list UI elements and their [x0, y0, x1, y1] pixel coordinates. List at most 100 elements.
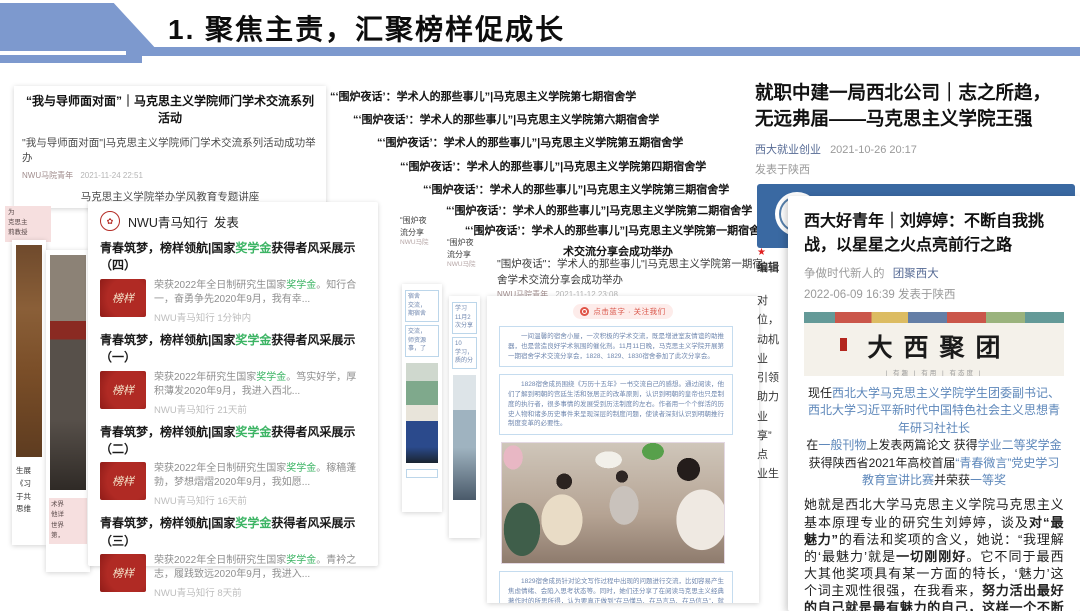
text-fragment: 编辑	[757, 259, 787, 275]
fragment-text: “围炉夜 流分享	[400, 215, 456, 238]
thumbnail-text: 榜样	[112, 290, 134, 306]
screenshot-strip: 宿舍 交流， 期宿舍 交流， 师资源 事，了	[402, 284, 442, 512]
feed-account-name: NWU青马知行	[128, 212, 208, 231]
article-thumbnail: 榜样	[100, 554, 146, 592]
account-logo-icon: ✿	[100, 211, 120, 231]
article-thumbnail: 榜样	[100, 371, 146, 409]
paragraph-fragment: 交流， 师资源 事，了	[405, 325, 439, 357]
follow-text: 点击蓝字 · 关注我们	[593, 306, 665, 317]
article-body: 她就是西北大学马克思主义学院马克思主义基本原理专业的研究生刘婷婷，谈及对“最魅力…	[804, 496, 1064, 611]
account-name: 西大就业创业	[755, 144, 821, 156]
summary-highlight: 奖学金	[286, 555, 316, 566]
article-row: 榜样 荣获2022年全日制研究生国家奖学金。青衿之志，履践致远2020年9月，我…	[100, 554, 366, 599]
article-title: 西大好青年｜刘婷婷：不断自我挑战，以星星之火点亮前行之路	[804, 210, 1046, 258]
text-fragment-column: 对 位， 动机 业 引领 助力 业 享” 点 业生	[757, 292, 787, 485]
banner-decoration	[804, 312, 1064, 323]
follow-pill: 点击蓝字 · 关注我们	[573, 304, 672, 319]
body-bold: 一切刚刚好	[896, 549, 966, 564]
daxijutuаn-banner: 大西聚团 | 有趣 | 有用 | 有态度 |	[804, 312, 1064, 376]
headline-stack-item: “‘围炉夜话’：学术人的那些事儿”|马克思主义学院第五期宿舍学	[377, 134, 683, 150]
honor-highlight: 学业二等奖学金	[978, 438, 1062, 452]
article-summary-block: 荣获2022年全日制研究生国家奖学金。知行合一，奋勇争先2020年9月，我有幸.…	[154, 279, 366, 324]
magnifier-icon	[580, 307, 589, 316]
presentation-slide: 1. 聚焦主责，汇聚榜样促成长 “我与导师面对面”｜马克思主义学院师门学术交流系…	[0, 0, 1080, 611]
classroom-photo	[50, 255, 86, 490]
article-subtitle: "我与导师面对面"|马克思主义学院师门学术交流系列活动成功举办	[22, 135, 318, 165]
paragraph-fragment: 宿舍 交流， 期宿舍	[405, 290, 439, 322]
honor-text: 上发表两篇论文 获得	[866, 438, 977, 452]
article-thumbnail: 榜样	[100, 462, 146, 500]
article-thumbnail: 榜样	[100, 279, 146, 317]
headline-stack-item: “‘围炉夜话’：学术人的那些事儿”|马克思主义学院第七期宿舍学	[330, 88, 636, 104]
paragraph-fragment	[406, 469, 438, 478]
account-name: NWU马院青年	[22, 171, 73, 180]
feed-item: 青春筑梦，榜样领航|国家奖学金获得者风采展示（四） 榜样 荣获2022年全日制研…	[88, 235, 378, 327]
article-title: “我与导师面对面”｜马克思主义学院师门学术交流系列活动	[22, 92, 318, 126]
thumbnail-text: 榜样	[112, 473, 134, 489]
header-accent-bar-left	[0, 55, 142, 63]
honor-line: 在一般刊物上发表两篇论文 获得学业二等奖学金	[804, 437, 1064, 454]
article-subtitle: "围炉夜话"：学术人的那些事儿"|马克思主义学院第一期宿舍学术交流分享会成功举办	[497, 257, 769, 289]
article-row: 榜样 荣获2022年全日制研究生国家奖学金。稼穑蓬勃，梦想熠熠2020年9月，我…	[100, 462, 366, 507]
article-row: 榜样 荣获2022年全日制研究生国家奖学金。知行合一，奋勇争先2020年9月，我…	[100, 279, 366, 324]
article-row: 榜样 荣获2022年研究生国家奖学金。笃实好学，厚积薄发2020年9月，我进入西…	[100, 371, 366, 416]
star-icon: ★	[757, 247, 766, 258]
headline-stack-item: “‘围炉夜话’：学术人的那些事儿”|马克思主义学院第二期宿舍学	[446, 202, 752, 218]
article-meta: NWU青马知行 1分钟内	[154, 310, 366, 324]
honor-text: 在	[806, 438, 818, 452]
summary-highlight: 奖学金	[286, 280, 316, 291]
body-text: 她就是西北大学马克思主义学院马克思主义基本原理专业的研究生刘婷婷，谈及	[804, 497, 1064, 529]
article-title: 青春筑梦，榜样领航|国家奖学金获得者风采展示（二）	[100, 424, 366, 459]
article-summary: 荣获2022年全日制研究生国家奖学金。稼穑蓬勃，梦想熠熠2020年9月，我如愿.…	[154, 462, 366, 490]
honor-highlight: 西北大学马克思主义学院学生团委副书记、西北大学习近平新时代中国特色社会主义思想青…	[808, 386, 1060, 435]
honor-highlight: 一等奖	[970, 473, 1006, 487]
feed-item: 青春筑梦，榜样领航|国家奖学金获得者风采展示（一） 榜样 荣获2022年研究生国…	[88, 327, 378, 419]
screenshot-card-youth: 西大好青年｜刘婷婷：不断自我挑战，以星星之火点亮前行之路 争做时代新人的 团聚西…	[788, 196, 1080, 611]
feed-item: 青春筑梦，榜样领航|国家奖学金获得者风采展示（二） 榜样 荣获2022年全日制研…	[88, 419, 378, 511]
honor-text: 现任	[808, 386, 832, 400]
fragment-text: “围炉夜 流分享	[447, 237, 499, 260]
article-paragraph: 1829宿舍成员针对论文写作过程中出现的问题进行交流，比如容易产生焦虑情绪、会陷…	[499, 571, 733, 603]
headline-stack-item: “‘围炉夜话’：学术人的那些事儿”|马克思主义学院第六期宿舍学	[353, 111, 659, 127]
article-summary-block: 荣获2022年全日制研究生国家奖学金。稼穑蓬勃，梦想熠熠2020年9月，我如愿.…	[154, 462, 366, 507]
meta-label: 争做时代新人的	[804, 268, 885, 280]
article-meta: 争做时代新人的 团聚西大	[804, 265, 1064, 281]
summary-text: 荣获2022年全日制研究生国家	[154, 280, 286, 291]
honor-highlight: 一般刊物	[818, 438, 866, 452]
article-summary: 荣获2022年全日制研究生国家奖学金。知行合一，奋勇争先2020年9月，我有幸.…	[154, 279, 366, 307]
thumbnail-text: 榜样	[112, 382, 134, 398]
red-seal-icon	[840, 338, 847, 351]
article-paragraph: 1828宿舍成员围绕《万历十五年》一书交流自己的感想。通过阅读，他们了解到明朝的…	[499, 374, 733, 435]
text-fragment: “围炉夜 流分享 NWU马院	[447, 237, 499, 270]
banner-subtitle: | 有趣 | 有用 | 有态度 |	[804, 367, 1064, 376]
honor-line: 获得陕西省2021年高校首届“青春微言”党史学习教育宣讲比赛并荣获一等奖	[804, 455, 1064, 490]
screenshot-strip: 学习 11月2 次分享 10 学习， 质的分	[449, 296, 480, 538]
article-paragraph: 一间温馨的宿舍小屋，一次积极的学术交流，既是增进室友情谊的助推器，也是营造良好学…	[499, 326, 733, 367]
publish-date: 2022-06-09 16:39 发表于陕西	[804, 286, 1064, 302]
summary-text: 荣获2022年研究生国家	[154, 372, 256, 383]
publish-date: 2021-11-24 22:51	[80, 171, 143, 180]
room-photo	[453, 375, 476, 500]
feed-item: 青春筑梦，榜样领航|国家奖学金获得者风采展示（三） 榜样 荣获2022年全日制研…	[88, 510, 378, 602]
title-highlight: 奖学金	[235, 241, 271, 255]
article-summary-block: 荣获2022年研究生国家奖学金。笃实好学，厚积薄发2020年9月，我进入西北..…	[154, 371, 366, 416]
door-photo	[16, 245, 42, 457]
slide-title: 1. 聚焦主责，汇聚榜样促成长	[168, 8, 565, 48]
account-name: 团聚西大	[893, 268, 939, 280]
text-fragment: 为 克思主 莉教授	[5, 206, 51, 242]
headline-stack-item: “‘围炉夜话’：学术人的那些事儿”|马克思主义学院第三期宿舍学	[423, 181, 729, 197]
dorm-photo	[406, 363, 438, 463]
paragraph-fragment: 10 学习， 质的分	[452, 337, 477, 369]
follow-banner: 点击蓝字 · 关注我们	[487, 304, 759, 319]
article-body-card: 点击蓝字 · 关注我们 一间温馨的宿舍小屋，一次积极的学术交流，既是增进室友情谊…	[487, 296, 759, 603]
publish-location: 发表于陕西	[755, 161, 1060, 177]
article-title: 青春筑梦，榜样领航|国家奖学金获得者风采展示（四）	[100, 240, 366, 275]
article-meta: NWU青马知行 21天前	[154, 402, 366, 416]
paragraph-fragment: 学习 11月2 次分享	[452, 302, 477, 334]
honor-text: 获得陕西省2021年高校首届	[809, 456, 956, 470]
article-title: 青春筑梦，榜样领航|国家奖学金获得者风采展示（一）	[100, 332, 366, 367]
summary-text: 荣获2022年全日制研究生国家	[154, 463, 286, 474]
article-meta: NWU青马知行 16天前	[154, 493, 366, 507]
title-text: 青春筑梦，榜样领航|国家	[100, 425, 235, 439]
article-meta: NWU马院青年 2021-11-24 22:51	[22, 170, 318, 181]
